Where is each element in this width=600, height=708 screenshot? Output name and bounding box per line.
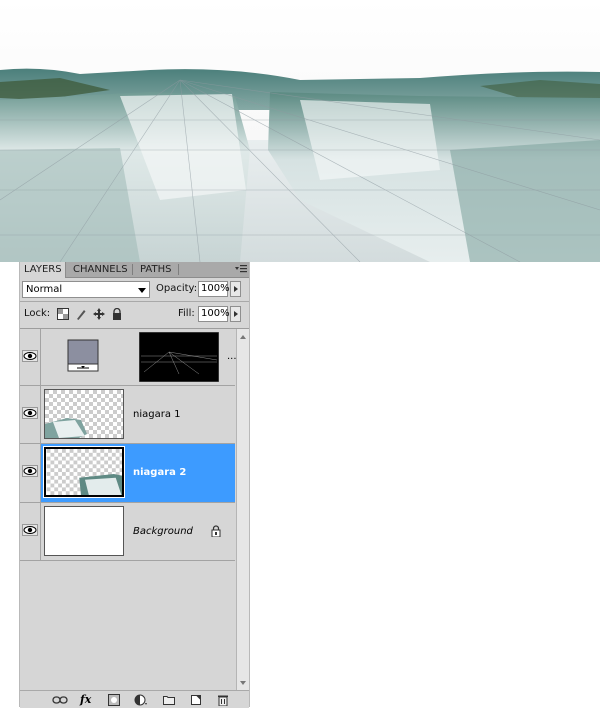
eye-icon [22, 350, 38, 362]
scroll-up-arrow-icon[interactable] [240, 335, 246, 339]
lock-transparent-pixels-icon[interactable] [57, 308, 69, 320]
fill-label: Fill: [178, 308, 195, 319]
opacity-slider-toggle[interactable] [230, 281, 241, 297]
layer-list: ... niagara 1 niagara 2 Background [20, 328, 249, 691]
visibility-toggle[interactable] [20, 444, 41, 502]
layer-thumbnail [44, 506, 124, 556]
lock-icon [211, 525, 221, 537]
tab-paths[interactable]: PATHS [136, 262, 175, 277]
canvas-artwork [0, 0, 600, 262]
layer-name[interactable]: niagara 1 [133, 409, 181, 421]
chevron-down-icon [138, 288, 146, 293]
layers-bottom-toolbar: fx [20, 690, 249, 708]
tab-separator [132, 264, 133, 275]
waterfall-image [0, 0, 600, 262]
adjustment-layer-icon[interactable] [134, 694, 148, 706]
layer-name[interactable]: Background [133, 526, 193, 538]
layer-thumbnail [43, 446, 125, 498]
layer-mask-thumbnail [139, 332, 219, 382]
blend-mode-value: Normal [26, 284, 63, 295]
fx-icon[interactable]: fx [80, 693, 91, 706]
eye-icon [22, 524, 38, 536]
layer-content: niagara 2 [41, 444, 235, 502]
visibility-toggle[interactable] [20, 386, 41, 443]
scroll-down-arrow-icon[interactable] [240, 681, 246, 685]
lock-position-icon[interactable] [93, 308, 105, 320]
visibility-toggle[interactable] [20, 503, 41, 560]
group-folder-icon[interactable] [163, 694, 175, 706]
trash-icon[interactable] [217, 694, 229, 706]
opacity-label: Opacity: [156, 283, 198, 294]
layer-content: Background [41, 503, 235, 560]
opacity-input[interactable]: 100% [198, 281, 230, 297]
panel-tab-bar: LAYERS CHANNELS PATHS [20, 262, 249, 278]
layer-thumbnail [44, 389, 124, 439]
adjustment-layer-icon [67, 339, 99, 372]
link-layers-icon[interactable] [52, 694, 68, 706]
layers-panel: LAYERS CHANNELS PATHS Normal Opacity: 10… [19, 262, 250, 708]
eye-icon [22, 465, 38, 477]
divider [20, 301, 249, 302]
tab-separator [178, 264, 179, 275]
tab-channels[interactable]: CHANNELS [69, 262, 132, 277]
panel-menu-icon[interactable] [235, 264, 247, 274]
lock-image-pixels-icon[interactable] [75, 308, 87, 320]
layer-mask-icon[interactable] [108, 694, 120, 706]
tab-layers[interactable]: LAYERS [20, 262, 66, 278]
layer-list-scrollbar[interactable] [236, 329, 249, 691]
fill-slider-toggle[interactable] [230, 306, 241, 322]
layer-content: ... [41, 329, 237, 385]
eye-icon [22, 407, 38, 419]
layer-row-niagara-1[interactable]: niagara 1 [20, 386, 235, 444]
layer-row-niagara-2[interactable]: niagara 2 [20, 444, 235, 503]
lock-all-icon[interactable] [111, 308, 123, 320]
fill-input[interactable]: 100% [198, 306, 230, 322]
layer-row-adjustment[interactable]: ... [20, 329, 237, 386]
new-layer-icon[interactable] [190, 694, 202, 706]
blend-mode-dropdown[interactable]: Normal [22, 281, 150, 298]
lock-label: Lock: [24, 308, 51, 319]
visibility-toggle[interactable] [20, 329, 41, 385]
layer-content: niagara 1 [41, 386, 235, 443]
layer-name[interactable]: niagara 2 [133, 467, 186, 479]
layer-row-background[interactable]: Background [20, 503, 235, 561]
